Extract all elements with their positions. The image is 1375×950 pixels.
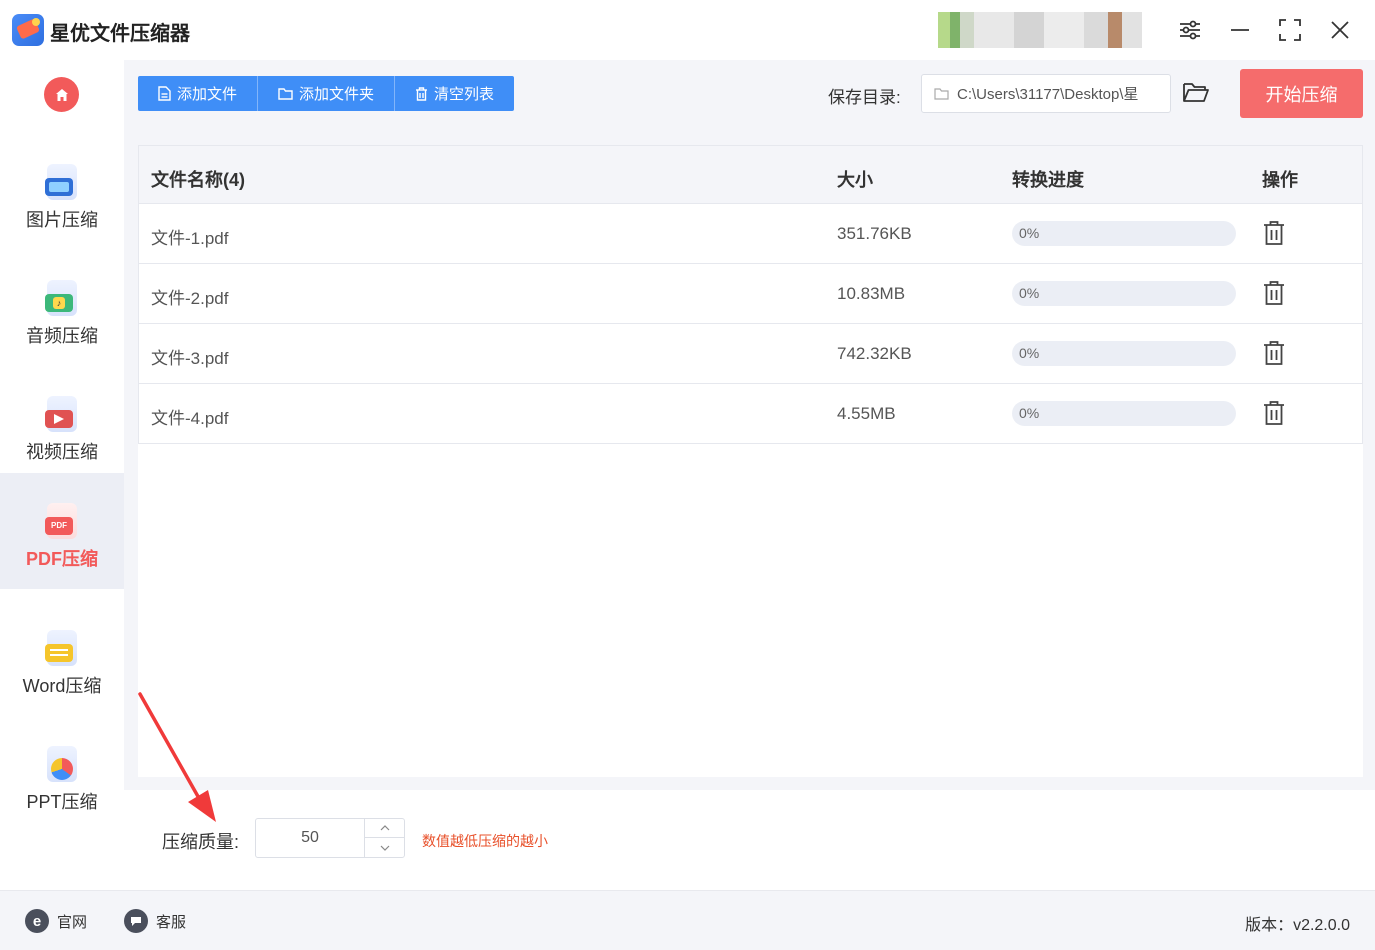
column-header-progress: 转换进度 — [1012, 170, 1084, 190]
support-label: 客服 — [156, 913, 187, 931]
clear-list-label: 清空列表 — [434, 86, 495, 103]
table-row[interactable]: 文件-2.pdf 10.83MB 0% — [138, 264, 1363, 324]
version-text: 版本：v2.2.0.0 — [1245, 917, 1350, 934]
file-name: 文件-3.pdf — [151, 349, 229, 368]
table-header: 文件名称(4) 大小 转换进度 操作 — [138, 145, 1363, 204]
sidebar-item-video-compress[interactable]: 视频压缩 — [0, 366, 124, 482]
delete-row-icon[interactable] — [1262, 220, 1286, 246]
chevron-down-icon[interactable] — [365, 838, 404, 857]
sidebar-item-label: 图片压缩 — [26, 210, 98, 230]
file-size: 742.32KB — [837, 344, 912, 363]
website-link[interactable]: e 官网 — [25, 909, 87, 933]
support-link[interactable]: 客服 — [124, 909, 186, 933]
add-file-button[interactable]: 添加文件 — [138, 76, 259, 111]
column-header-size: 大小 — [837, 170, 873, 190]
sidebar-item-label: 视频压缩 — [26, 442, 98, 462]
user-avatar[interactable] — [938, 12, 1154, 48]
progress-text: 0% — [1019, 285, 1040, 301]
save-dir-label: 保存目录: — [828, 88, 901, 107]
file-size: 4.55MB — [837, 404, 896, 423]
compression-settings: 压缩质量: 50 数值越低压缩的越小 — [124, 790, 1375, 890]
chat-bubble-icon — [124, 909, 148, 933]
sidebar-item-label: PPT压缩 — [26, 792, 98, 812]
image-icon — [45, 164, 79, 200]
footer: e 官网 客服 版本：v2.2.0.0 — [0, 890, 1375, 950]
file-button-group: 添加文件 添加文件夹 清空列表 — [138, 76, 515, 111]
stepper-arrows — [364, 819, 404, 857]
add-folder-button[interactable]: 添加文件夹 — [258, 76, 396, 111]
minimize-icon[interactable] — [1226, 16, 1254, 44]
delete-row-icon[interactable] — [1262, 400, 1286, 426]
file-icon — [158, 86, 171, 101]
start-compress-button[interactable]: 开始压缩 — [1240, 69, 1363, 118]
pdf-icon: PDF — [45, 503, 79, 539]
word-icon — [45, 630, 79, 666]
file-size: 10.83MB — [837, 284, 906, 303]
sidebar-item-label: Word压缩 — [22, 676, 102, 696]
sidebar-item-pdf-compress[interactable]: PDF PDF压缩 — [0, 473, 124, 589]
progress-text: 0% — [1019, 345, 1040, 361]
progress-text: 0% — [1019, 405, 1040, 421]
video-icon — [45, 396, 79, 432]
app-title: 星优文件压缩器 — [50, 23, 190, 45]
maximize-icon[interactable] — [1276, 16, 1304, 44]
home-button[interactable] — [44, 77, 79, 112]
app-logo-icon — [12, 14, 44, 46]
sidebar-item-ppt-compress[interactable]: PPT压缩 — [0, 716, 124, 832]
sidebar-item-label: PDF压缩 — [26, 549, 98, 569]
table-row[interactable]: 文件-4.pdf 4.55MB 0% — [138, 384, 1363, 444]
home-icon — [55, 88, 68, 101]
ppt-icon — [45, 746, 79, 782]
sidebar: 图片压缩 ♪ 音频压缩 视频压缩 PDF PDF压缩 Word压缩 PPT压缩 — [0, 60, 124, 890]
add-folder-label: 添加文件夹 — [299, 86, 375, 103]
file-name: 文件-1.pdf — [151, 229, 229, 248]
folder-icon — [934, 88, 949, 100]
title-bar: 星优文件压缩器 — [0, 0, 1375, 60]
file-name: 文件-2.pdf — [151, 289, 229, 308]
quality-hint: 数值越低压缩的越小 — [422, 833, 548, 849]
file-table: 文件名称(4) 大小 转换进度 操作 文件-1.pdf 351.76KB 0% … — [138, 145, 1363, 777]
music-icon: ♪ — [45, 280, 79, 316]
delete-row-icon[interactable] — [1262, 340, 1286, 366]
file-name: 文件-4.pdf — [151, 409, 229, 428]
file-size: 351.76KB — [837, 224, 912, 243]
progress-bar: 0% — [1012, 341, 1236, 366]
column-header-action: 操作 — [1262, 170, 1298, 190]
save-dir-path: C:\Users\31177\Desktop\星 — [957, 86, 1139, 103]
browse-folder-icon[interactable] — [1182, 80, 1210, 108]
folder-icon — [278, 88, 293, 100]
quality-value[interactable]: 50 — [256, 829, 364, 847]
table-row[interactable]: 文件-3.pdf 742.32KB 0% — [138, 324, 1363, 384]
column-header-name: 文件名称(4) — [151, 170, 245, 190]
quality-stepper[interactable]: 50 — [255, 818, 405, 858]
sidebar-item-label: 音频压缩 — [26, 326, 98, 346]
add-file-label: 添加文件 — [177, 86, 238, 103]
clear-list-button[interactable]: 清空列表 — [395, 76, 514, 111]
progress-bar: 0% — [1012, 281, 1236, 306]
chevron-up-icon[interactable] — [365, 819, 404, 838]
save-dir-input[interactable]: C:\Users\31177\Desktop\星 — [921, 74, 1171, 113]
table-row[interactable]: 文件-1.pdf 351.76KB 0% — [138, 204, 1363, 264]
toolbar: 添加文件 添加文件夹 清空列表 保存目录: C:\Users\31177\Des… — [124, 60, 1375, 130]
browser-e-icon: e — [25, 909, 49, 933]
progress-text: 0% — [1019, 225, 1040, 241]
settings-sliders-icon[interactable] — [1176, 16, 1204, 44]
progress-bar: 0% — [1012, 221, 1236, 246]
sidebar-item-image-compress[interactable]: 图片压缩 — [0, 134, 124, 250]
quality-label: 压缩质量: — [162, 832, 240, 852]
website-label: 官网 — [57, 913, 88, 931]
delete-row-icon[interactable] — [1262, 280, 1286, 306]
sidebar-item-word-compress[interactable]: Word压缩 — [0, 600, 124, 716]
close-icon[interactable] — [1326, 16, 1354, 44]
trash-icon — [416, 86, 428, 101]
sidebar-item-audio-compress[interactable]: ♪ 音频压缩 — [0, 250, 124, 366]
progress-bar: 0% — [1012, 401, 1236, 426]
